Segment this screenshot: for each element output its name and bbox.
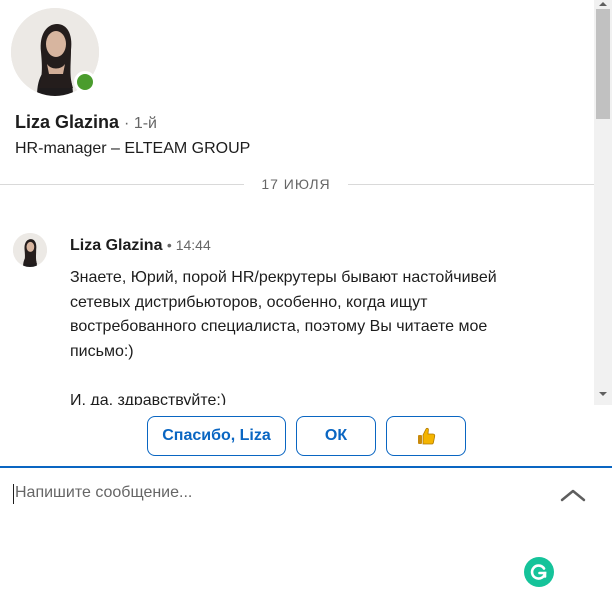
online-status-icon (74, 71, 96, 93)
date-divider-label: 17 ИЮЛЯ (261, 176, 331, 192)
connection-degree: · 1-й (124, 115, 157, 132)
message-line: сетевых дистрибьюторов, особенно, когда … (70, 293, 428, 311)
scrollbar-thumb[interactable] (596, 9, 610, 119)
profile-name[interactable]: Liza Glazina (15, 112, 119, 132)
thumbs-up-icon (418, 427, 436, 445)
vertical-scrollbar[interactable] (594, 0, 612, 405)
quick-reply-thanks-button[interactable]: Спасибо, Liza (147, 416, 286, 456)
expand-composer-button[interactable] (558, 484, 588, 506)
message-sender[interactable]: Liza Glazina (70, 237, 162, 254)
scroll-down-arrow-icon[interactable] (599, 392, 607, 396)
avatar-photo (13, 233, 47, 267)
message-body: Знаете, Юрий, порой HR/рекрутеры бывают … (70, 266, 570, 405)
message-line: И, да, здравствуйте:) (70, 391, 227, 406)
grammarly-glyph (530, 564, 547, 580)
chevron-up-icon (560, 489, 586, 502)
message-line: Знаете, Юрий, порой HR/рекрутеры бывают … (70, 269, 497, 286)
grammarly-icon[interactable] (524, 557, 554, 587)
date-divider-left (0, 184, 244, 185)
message-avatar[interactable] (13, 233, 47, 267)
quick-reply-ok-button[interactable]: ОК (296, 416, 376, 456)
message-line: письмо:) (70, 342, 134, 360)
profile-headline: HR-manager – ELTEAM GROUP (15, 140, 251, 157)
scroll-up-arrow-icon[interactable] (599, 2, 607, 6)
text-caret (13, 484, 14, 504)
message-input[interactable]: Напишите сообщение... (15, 484, 192, 502)
conversation-scroll-area[interactable]: Liza Glazina · 1-й HR-manager – ELTEAM G… (0, 0, 594, 405)
date-divider-right (348, 184, 594, 185)
profile-name-row: Liza Glazina · 1-й (15, 112, 157, 133)
message-line: востребованного специалиста, поэтому Вы … (70, 318, 488, 335)
message-header: Liza Glazina • 14:44 (70, 237, 211, 255)
message-timestamp: • 14:44 (166, 237, 211, 253)
quick-reply-thumbs-up-button[interactable] (386, 416, 466, 456)
